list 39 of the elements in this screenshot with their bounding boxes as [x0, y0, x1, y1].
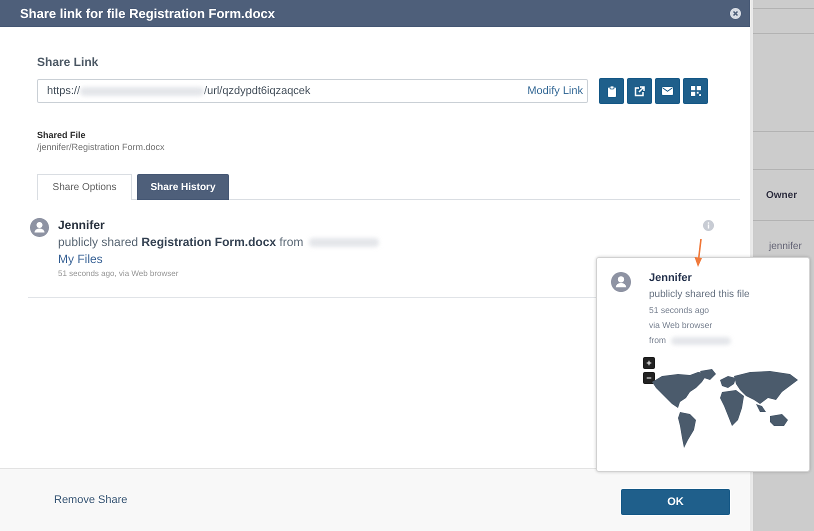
popup-from: from	[649, 335, 666, 345]
history-meta: 51 seconds ago, via Web browser	[58, 269, 178, 278]
share-link-label: Share Link	[37, 55, 100, 69]
avatar-icon	[611, 272, 631, 292]
open-link-button[interactable]	[627, 78, 652, 104]
share-link-field[interactable]: https:// /url/qzdypdt6iqzaqcek Modify Link	[37, 79, 588, 103]
redacted-text	[671, 337, 731, 345]
external-link-icon	[634, 86, 645, 96]
clipboard-icon	[608, 86, 616, 96]
table-cell-text: jennifer	[768, 240, 803, 252]
shared-file-label: Shared File	[37, 130, 87, 140]
avatar-icon	[30, 218, 49, 237]
column-header: Owner	[753, 170, 814, 221]
user-name: Jennifer	[58, 218, 105, 232]
remove-share-link[interactable]: Remove Share	[54, 494, 128, 506]
modify-link[interactable]: Modify Link	[527, 85, 583, 97]
email-button[interactable]	[655, 78, 680, 104]
popup-via: via Web browser	[649, 320, 714, 330]
zoom-out-button[interactable]: −	[643, 372, 655, 384]
url-path: /url/qzdypdt6iqzaqcek	[204, 85, 310, 97]
tab[interactable]: Share Options	[37, 174, 132, 200]
shared-file-path: /jennifer/Registration Form.docx	[37, 142, 166, 152]
user-name: Jennifer	[649, 272, 693, 284]
tab[interactable]: Share History	[137, 174, 229, 200]
qr-code-icon	[690, 86, 700, 96]
copy-button[interactable]	[599, 78, 624, 104]
popup-action: publicly shared this file	[649, 289, 750, 300]
history-action: publicly shared Registration Form.docx from	[58, 235, 304, 249]
envelope-icon	[662, 87, 673, 95]
ok-button[interactable]: OK	[621, 489, 730, 515]
url-prefix: https://	[47, 85, 80, 97]
popup-time: 51 seconds ago	[649, 305, 710, 315]
location-link[interactable]: My Files	[58, 252, 103, 266]
zoom-in-button[interactable]: +	[643, 357, 655, 369]
qr-code-button[interactable]	[683, 78, 708, 104]
close-icon[interactable]	[730, 8, 741, 19]
dialog-title: Share link for file Registration Form.docx	[20, 6, 276, 21]
pointer-arrow	[694, 238, 704, 268]
redacted-text	[309, 238, 380, 246]
